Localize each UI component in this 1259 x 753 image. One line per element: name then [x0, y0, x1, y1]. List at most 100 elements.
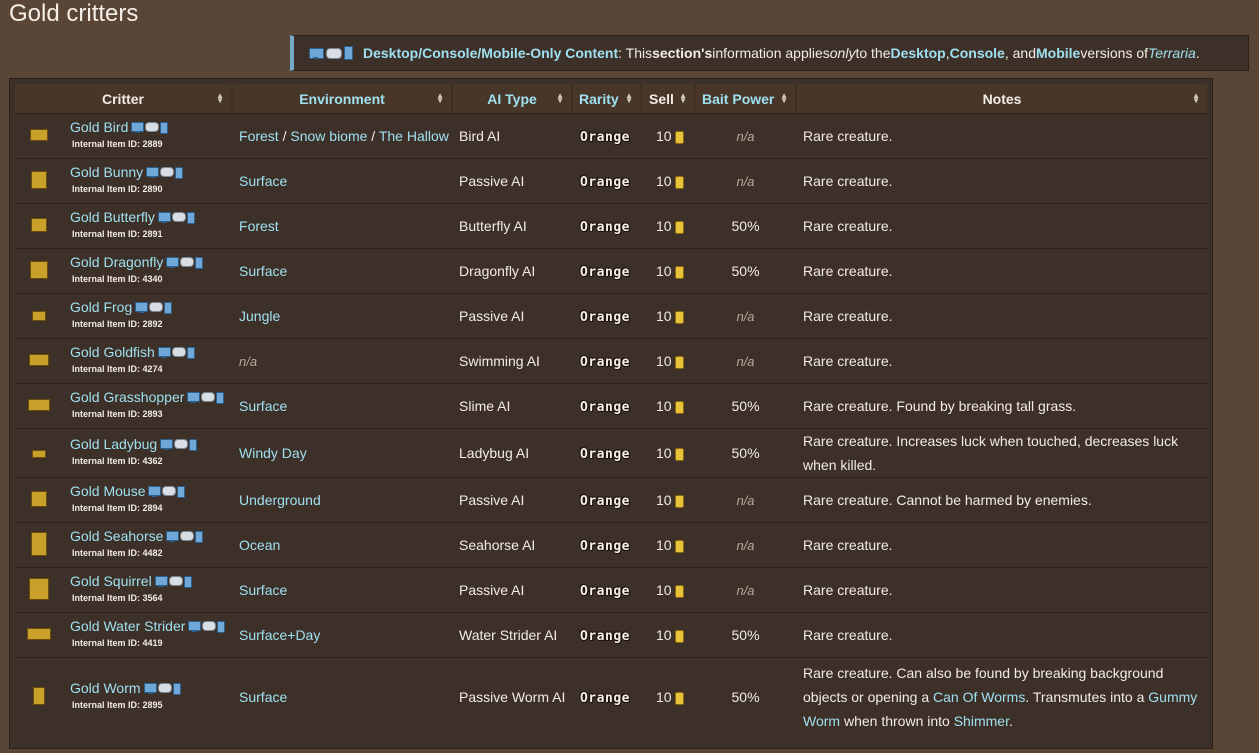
sort-icon[interactable]: ▲ ▼ [780, 92, 788, 105]
rarity-cell: Orange [572, 248, 642, 294]
environment-link[interactable]: Surface [239, 173, 287, 189]
critter-name-link[interactable]: Gold Mouse [70, 483, 145, 499]
critter-name-link[interactable]: Gold Seahorse [70, 528, 163, 544]
critter-sprite-icon[interactable] [31, 170, 47, 189]
header-bait-power[interactable]: Bait Power ▲ ▼ [695, 84, 798, 114]
desktop-icon [188, 621, 202, 633]
critter-sprite-icon[interactable] [30, 129, 48, 141]
critter-sprite-cell [15, 567, 63, 613]
environment-link[interactable]: Ocean [239, 537, 280, 553]
critter-name-link[interactable]: Gold Frog [70, 299, 132, 315]
critter-sprite-icon[interactable] [28, 399, 50, 411]
critter-name-cell: Gold Squirrel Internal Item ID: 3564 [63, 567, 233, 613]
rarity-badge[interactable]: Orange [580, 584, 630, 599]
ai-type-value: Bird AI [459, 128, 501, 144]
rarity-badge[interactable]: Orange [580, 494, 630, 509]
critter-sprite-icon[interactable] [31, 217, 47, 232]
environment-link[interactable]: Underground [239, 492, 321, 508]
critter-sprite-icon[interactable] [27, 628, 51, 640]
notice-versions-link[interactable]: Desktop/Console/Mobile-Only Content [363, 45, 618, 61]
platform-icons [154, 576, 192, 589]
critter-sprite-icon[interactable] [32, 450, 46, 458]
critter-name-link[interactable]: Gold Ladybug [70, 436, 157, 452]
internal-item-id-value: 2893 [142, 409, 163, 419]
rarity-badge[interactable]: Orange [580, 447, 630, 462]
header-critter[interactable]: Critter ▲ ▼ [15, 84, 234, 114]
platform-icons [157, 347, 195, 360]
environment-link[interactable]: Snow biome [290, 128, 367, 144]
critter-name-link[interactable]: Gold Water Strider [70, 618, 185, 634]
environment-link[interactable]: Surface [239, 263, 287, 279]
critter-sprite-icon[interactable] [30, 260, 48, 279]
environment-link[interactable]: The Hallow [379, 128, 449, 144]
notice-console-link[interactable]: Console [950, 45, 1005, 61]
critter-sprite-icon[interactable] [29, 577, 49, 600]
bait-power-value: 50% [731, 689, 760, 705]
notice-desktop-link[interactable]: Desktop [890, 45, 945, 61]
environment-link[interactable]: Jungle [239, 308, 280, 324]
notes-text: Rare creature. [803, 308, 893, 324]
environment-link[interactable]: Surface [239, 582, 287, 598]
rarity-badge[interactable]: Orange [580, 539, 630, 554]
critter-name-link[interactable]: Gold Bird [70, 119, 128, 135]
notice-mobile-link[interactable]: Mobile [1036, 45, 1080, 61]
critter-name-link[interactable]: Gold Dragonfly [70, 254, 163, 270]
critter-sprite-icon[interactable] [33, 686, 45, 705]
rarity-badge[interactable]: Orange [580, 691, 630, 706]
critter-sprite-icon[interactable] [31, 531, 47, 556]
sort-icon[interactable]: ▲ ▼ [216, 92, 224, 105]
header-rarity[interactable]: Rarity ▲ ▼ [572, 84, 643, 114]
rarity-badge[interactable]: Orange [580, 310, 630, 325]
sell-value: 10 [656, 537, 672, 553]
table-row: Gold Ladybug Internal Item ID: 4362 Windy … [15, 428, 1209, 478]
environment-link[interactable]: Surface+Day [239, 627, 320, 643]
notes-link[interactable]: Can Of Worms [933, 689, 1025, 705]
rarity-badge[interactable]: Orange [580, 265, 630, 280]
notes-link[interactable]: Shimmer [954, 713, 1009, 729]
header-sell[interactable]: Sell ▲ ▼ [641, 84, 697, 114]
environment-link[interactable]: Surface [239, 398, 287, 414]
critter-sprite-icon[interactable] [32, 311, 46, 321]
internal-item-id: Internal Item ID: 4340 [72, 271, 232, 288]
notice-game-link[interactable]: Terraria [1148, 45, 1196, 61]
environment-cell: Surface [232, 567, 453, 613]
sort-icon[interactable]: ▲ ▼ [436, 92, 444, 105]
environment-link[interactable]: Forest [239, 128, 279, 144]
sort-icon[interactable]: ▲ ▼ [556, 92, 564, 105]
sell-cell: 10 [641, 428, 696, 478]
desktop-icon [148, 486, 162, 498]
rarity-badge[interactable]: Orange [580, 175, 630, 190]
critter-name-link[interactable]: Gold Bunny [70, 164, 143, 180]
ai-type-value: Passive AI [459, 173, 525, 189]
rarity-badge[interactable]: Orange [580, 130, 630, 145]
header-notes[interactable]: Notes ▲ ▼ [796, 84, 1210, 114]
environment-link[interactable]: Surface [239, 689, 287, 705]
environment-link[interactable]: Forest [239, 218, 279, 234]
critter-name-link[interactable]: Gold Grasshopper [70, 389, 184, 405]
notes-text: Rare creature. [803, 218, 893, 234]
critter-name-link[interactable]: Gold Squirrel [70, 573, 152, 589]
rarity-badge[interactable]: Orange [580, 220, 630, 235]
rarity-badge[interactable]: Orange [580, 400, 630, 415]
rarity-badge[interactable]: Orange [580, 355, 630, 370]
critter-name-link[interactable]: Gold Worm [70, 680, 141, 696]
critter-sprite-icon[interactable] [31, 490, 47, 507]
environment-link[interactable]: Windy Day [239, 445, 307, 461]
critter-name-link[interactable]: Gold Goldfish [70, 344, 155, 360]
notes-text: Rare creature. [803, 263, 893, 279]
critter-sprite-icon[interactable] [29, 354, 49, 366]
bait-power-cell: n/a [695, 158, 797, 204]
environment-cell: Ocean [232, 522, 453, 568]
platform-notice: Desktop/Console/Mobile-Only Content: Thi… [290, 35, 1249, 71]
notes-text: Rare creature. [803, 627, 893, 643]
sell-value: 10 [656, 445, 672, 461]
ai-type-value: Water Strider AI [459, 627, 558, 643]
header-ai-type[interactable]: AI Type ▲ ▼ [452, 84, 574, 114]
critter-name-link[interactable]: Gold Butterfly [70, 209, 155, 225]
ai-type-value: Dragonfly AI [459, 263, 536, 279]
sort-icon[interactable]: ▲ ▼ [1192, 92, 1200, 105]
sort-icon[interactable]: ▲ ▼ [625, 92, 633, 105]
sort-icon[interactable]: ▲ ▼ [679, 92, 687, 105]
rarity-badge[interactable]: Orange [580, 629, 630, 644]
header-environment[interactable]: Environment ▲ ▼ [232, 84, 454, 114]
